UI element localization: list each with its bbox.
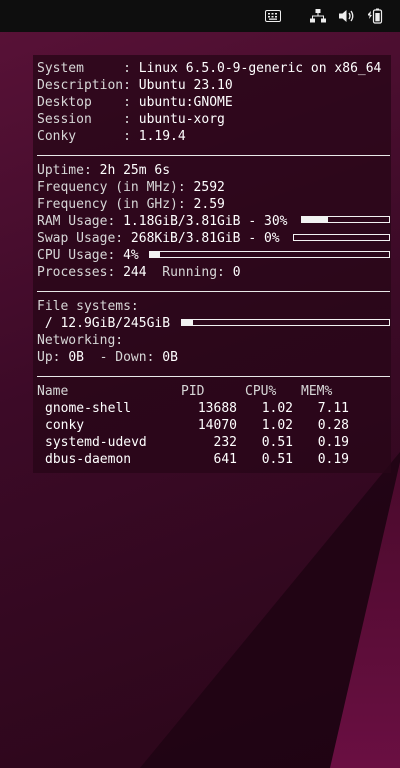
volume-icon[interactable] xyxy=(338,7,356,25)
session-label: Session : xyxy=(37,112,131,127)
swap-usage-value: 268KiB/3.81GiB - 0% xyxy=(130,231,280,246)
process-pid: 641 xyxy=(213,452,237,467)
root-fs-fill xyxy=(182,320,193,325)
frequency-ghz-row: Frequency (in GHz): 2.59 xyxy=(37,196,225,213)
process-pid: 14070 xyxy=(197,418,237,433)
ram-usage-label: RAM Usage: xyxy=(37,214,116,229)
column-header-cpu: CPU% xyxy=(245,384,277,399)
process-name: systemd-udevd xyxy=(45,435,147,450)
ram-usage-bar xyxy=(301,216,390,223)
swap-usage-bar xyxy=(293,234,390,241)
root-fs-value: / 12.9GiB/245GiB xyxy=(37,316,171,331)
process-name: conky xyxy=(45,418,85,433)
process-pid: 232 xyxy=(213,435,237,450)
running-value: 0 xyxy=(232,265,241,280)
swap-usage-label: Swap Usage: xyxy=(37,231,124,246)
session-value: ubuntu-xorg xyxy=(138,112,225,127)
keyboard-icon[interactable] xyxy=(264,7,282,25)
cpu-usage-fill xyxy=(150,252,160,257)
desktop-row: Desktop : ubuntu:GNOME xyxy=(37,94,233,111)
cpu-usage-value: 4% xyxy=(123,248,139,263)
column-header-pid: PID xyxy=(181,384,205,399)
swap-usage-row: Swap Usage: 268KiB/3.81GiB - 0% xyxy=(37,230,280,247)
up-value: 0B xyxy=(68,350,84,365)
network-icon[interactable] xyxy=(309,7,327,25)
processes-label: Processes: xyxy=(37,265,116,280)
process-name: gnome-shell xyxy=(45,401,132,416)
down-label: - Down: xyxy=(99,350,155,365)
desktop-value: ubuntu:GNOME xyxy=(138,95,233,110)
uptime-label: Uptime: xyxy=(37,163,92,178)
ram-usage-value: 1.18GiB/3.81GiB - 30% xyxy=(123,214,288,229)
process-mem: 0.28 xyxy=(317,418,349,433)
divider xyxy=(37,155,390,156)
uptime-row: Uptime: 2h 25m 6s xyxy=(37,162,170,179)
frequency-ghz-value: 2.59 xyxy=(193,197,225,212)
process-cpu: 0.51 xyxy=(261,452,293,467)
description-value: Ubuntu 23.10 xyxy=(138,78,233,93)
system-value: Linux 6.5.0-9-generic on x86_64 xyxy=(138,61,382,76)
column-header-name: Name xyxy=(37,384,69,399)
networking-header: Networking: xyxy=(37,333,124,348)
up-label: Up: xyxy=(37,350,61,365)
conky-version-row: Conky : 1.19.4 xyxy=(37,128,186,145)
column-header-mem: MEM% xyxy=(301,384,333,399)
process-mem: 0.19 xyxy=(317,435,349,450)
process-name: dbus-daemon xyxy=(45,452,132,467)
down-value: 0B xyxy=(162,350,178,365)
top-bar xyxy=(0,0,400,32)
file-systems-header: File systems: xyxy=(37,299,139,314)
frequency-mhz-value: 2592 xyxy=(193,180,225,195)
session-row: Session : ubuntu-xorg xyxy=(37,111,225,128)
system-label: System : xyxy=(37,61,131,76)
process-pid: 13688 xyxy=(197,401,237,416)
description-row: Description: Ubuntu 23.10 xyxy=(37,77,233,94)
processes-value: 244 xyxy=(123,265,147,280)
root-fs-bar xyxy=(181,319,390,326)
process-mem: 0.19 xyxy=(317,452,349,467)
cpu-usage-row: CPU Usage: 4% xyxy=(37,247,139,264)
divider xyxy=(37,376,390,377)
process-mem: 7.11 xyxy=(317,401,349,416)
process-cpu: 1.02 xyxy=(261,401,293,416)
frequency-mhz-row: Frequency (in MHz): 2592 xyxy=(37,179,225,196)
frequency-ghz-label: Frequency (in GHz): xyxy=(37,197,186,212)
process-cpu: 0.51 xyxy=(261,435,293,450)
cpu-usage-bar xyxy=(149,251,390,258)
conky-label: Conky : xyxy=(37,129,131,144)
network-traffic-row: Up: 0B - Down: 0B xyxy=(37,349,178,366)
conky-panel: System : Linux 6.5.0-9-generic on x86_64… xyxy=(33,55,391,473)
ram-usage-row: RAM Usage: 1.18GiB/3.81GiB - 30% xyxy=(37,213,287,230)
processes-row: Processes: 244 Running: 0 xyxy=(37,264,241,281)
frequency-mhz-label: Frequency (in MHz): xyxy=(37,180,186,195)
running-label: Running: xyxy=(162,265,225,280)
divider xyxy=(37,291,390,292)
desktop-label: Desktop : xyxy=(37,95,131,110)
cpu-usage-label: CPU Usage: xyxy=(37,248,116,263)
process-cpu: 1.02 xyxy=(261,418,293,433)
root-fs-row: / 12.9GiB/245GiB xyxy=(37,315,170,332)
ram-usage-fill xyxy=(302,217,329,222)
battery-icon[interactable] xyxy=(365,7,385,25)
uptime-value: 2h 25m 6s xyxy=(99,163,171,178)
conky-value: 1.19.4 xyxy=(138,129,186,144)
system-row: System : Linux 6.5.0-9-generic on x86_64 xyxy=(37,60,381,77)
description-label: Description: xyxy=(37,78,131,93)
